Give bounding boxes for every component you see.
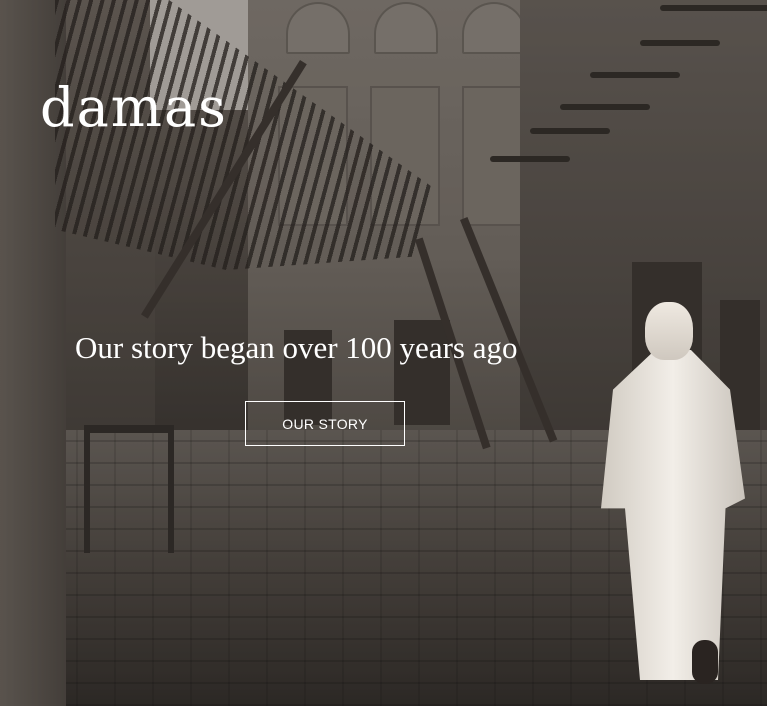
hero-headline: Our story began over 100 years ago (75, 330, 518, 365)
brand-logo[interactable]: damas (40, 76, 228, 139)
our-story-button[interactable]: OUR STORY (245, 401, 405, 446)
hero-banner: damas Our story began over 100 years ago… (0, 0, 767, 706)
man-feet (692, 640, 718, 684)
man-headwrap (645, 302, 693, 360)
